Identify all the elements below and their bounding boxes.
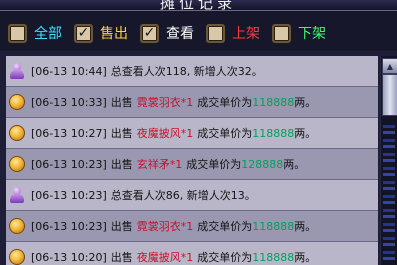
person-icon: [9, 63, 25, 79]
record-text: 总查看人次118, 新增人次32。: [110, 65, 263, 78]
coin-icon: [9, 156, 25, 172]
record-price: 118888: [252, 95, 295, 109]
record-item: 夜魔披风*1: [136, 127, 194, 140]
record-unit: 两。: [294, 127, 317, 140]
coin-icon: [9, 125, 25, 141]
filter-list-checkbox[interactable]: [206, 23, 225, 43]
record-row: [06-13 10:20] 出售 夜魔披风*1 成交单价为 118888 两。: [6, 242, 378, 265]
filter-all-label: 全部: [34, 26, 62, 42]
record-action: 出售: [110, 96, 133, 109]
person-icon: [9, 187, 25, 203]
record-list[interactable]: [06-13 10:44] 总查看人次118, 新增人次32。 [06-13 10:…: [6, 56, 378, 265]
record-row: [06-13 10:27] 出售 夜魔披风*1 成交单价为 118888 两。: [6, 118, 378, 149]
filter-sold[interactable]: ✓ 售出: [74, 23, 128, 43]
record-mid: 成交单价为: [197, 251, 253, 264]
record-item: 霓裳羽衣*1: [136, 96, 194, 109]
record-price: 118888: [252, 126, 295, 140]
record-item: 霓裳羽衣*1: [136, 220, 194, 233]
record-time: [06-13 10:23]: [31, 219, 107, 233]
record-mid: 成交单价为: [197, 127, 253, 140]
filter-all[interactable]: 全部: [8, 23, 62, 43]
filter-delist-label: 下架: [298, 26, 326, 42]
filter-delist[interactable]: 下架: [272, 23, 326, 43]
record-action: 出售: [110, 220, 133, 233]
filter-sold-label: 售出: [100, 26, 128, 42]
record-row: [06-13 10:23] 总查看人次86, 新增人次13。: [6, 180, 378, 211]
record-action: 出售: [110, 127, 133, 140]
scroll-track-pattern: [383, 120, 395, 260]
title-bar: 摊位记录: [0, 0, 397, 11]
record-action: 出售: [110, 158, 133, 171]
record-row: [06-13 10:23] 出售 玄祥矛*1 成交单价为 128888 两。: [6, 149, 378, 180]
record-text: 总查看人次86, 新增人次13。: [110, 189, 256, 202]
record-row: [06-13 10:44] 总查看人次118, 新增人次32。: [6, 56, 378, 87]
record-price: 118888: [252, 250, 295, 264]
record-time: [06-13 10:23]: [31, 188, 107, 202]
filter-list-label: 上架: [232, 26, 260, 42]
record-time: [06-13 10:27]: [31, 126, 107, 140]
record-row: [06-13 10:23] 出售 霓裳羽衣*1 成交单价为 118888 两。: [6, 211, 378, 242]
record-item: 夜魔披风*1: [136, 251, 194, 264]
record-time: [06-13 10:23]: [31, 157, 107, 171]
record-mid: 成交单价为: [197, 220, 253, 233]
record-panel: [06-13 10:44] 总查看人次118, 新增人次32。 [06-13 10:…: [0, 51, 397, 265]
record-item: 玄祥矛*1: [136, 158, 183, 171]
record-mid: 成交单价为: [186, 158, 242, 171]
scroll-up-button[interactable]: ▲: [382, 58, 397, 74]
coin-icon: [9, 94, 25, 110]
filter-view-label: 查看: [166, 26, 194, 42]
record-time: [06-13 10:20]: [31, 250, 107, 264]
filter-bar: 全部 ✓ 售出 ✓ 查看 上架 下架: [0, 11, 397, 50]
record-row: [06-13 10:33] 出售 霓裳羽衣*1 成交单价为 118888 两。: [6, 87, 378, 118]
filter-sold-checkbox[interactable]: ✓: [74, 23, 93, 43]
filter-all-checkbox[interactable]: [8, 23, 27, 43]
filter-list[interactable]: 上架: [206, 23, 260, 43]
filter-delist-checkbox[interactable]: [272, 23, 291, 43]
scrollbar[interactable]: ▲: [380, 56, 397, 265]
record-mid: 成交单价为: [197, 96, 253, 109]
record-time: [06-13 10:33]: [31, 95, 107, 109]
record-price: 118888: [252, 219, 295, 233]
record-price: 128888: [241, 157, 284, 171]
record-action: 出售: [110, 251, 133, 264]
coin-icon: [9, 249, 25, 265]
filter-view[interactable]: ✓ 查看: [140, 23, 194, 43]
scroll-thumb[interactable]: [382, 74, 397, 116]
coin-icon: [9, 218, 25, 234]
record-unit: 两。: [294, 220, 317, 233]
record-unit: 两。: [294, 96, 317, 109]
record-unit: 两。: [283, 158, 306, 171]
filter-view-checkbox[interactable]: ✓: [140, 23, 159, 43]
record-time: [06-13 10:44]: [31, 64, 107, 78]
window-title: 摊位记录: [160, 0, 237, 11]
record-unit: 两。: [294, 251, 317, 264]
